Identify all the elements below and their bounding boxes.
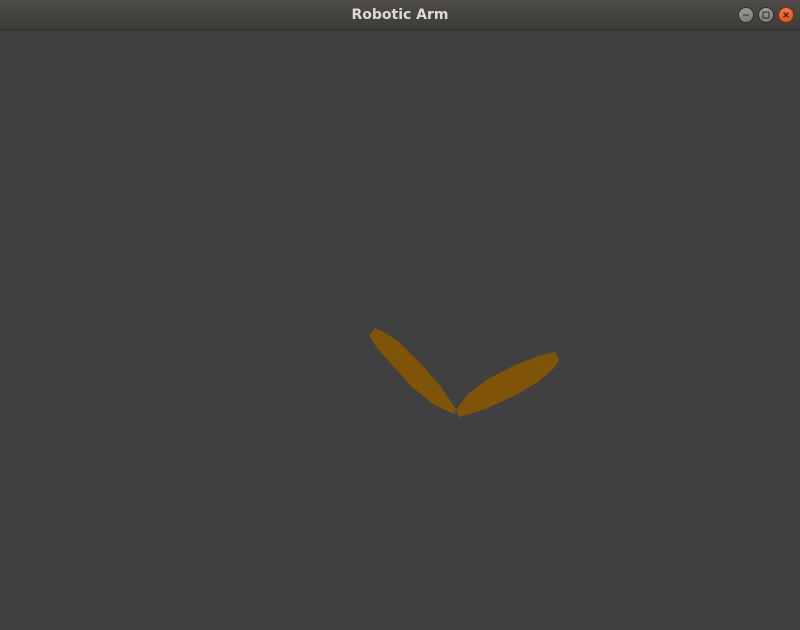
arm-segment-left: [369, 328, 456, 414]
minimize-button[interactable]: [738, 7, 754, 23]
arm-segment-right: [456, 352, 559, 417]
arm-scene: [369, 328, 559, 417]
maximize-icon: [762, 11, 770, 19]
minimize-icon: [742, 11, 750, 19]
close-icon: [782, 11, 790, 19]
maximize-button[interactable]: [758, 7, 774, 23]
title-bar[interactable]: Robotic Arm: [0, 0, 800, 30]
close-button[interactable]: [778, 7, 794, 23]
window-title: Robotic Arm: [351, 7, 449, 23]
app-window: Robotic Arm: [0, 0, 800, 630]
window-controls: [738, 7, 794, 23]
render-canvas[interactable]: [0, 30, 800, 630]
